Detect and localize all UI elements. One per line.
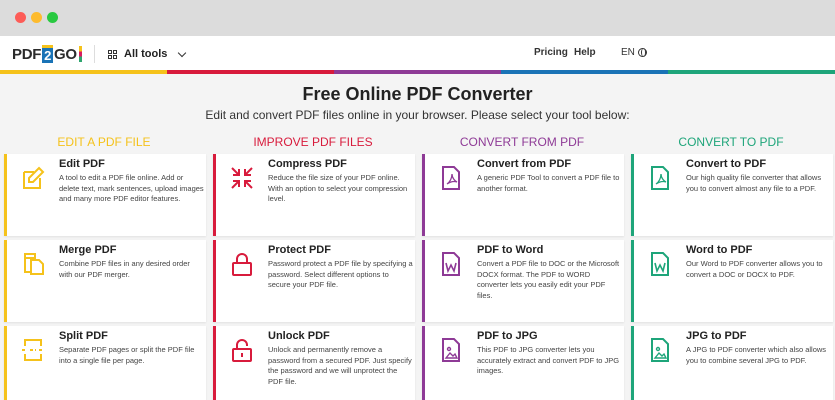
tool-title: Convert from PDF bbox=[477, 158, 572, 170]
color-bar-segment bbox=[501, 70, 668, 74]
logo-text-go: GO bbox=[54, 45, 77, 63]
tool-description: Convert a PDF file to DOC or the Microso… bbox=[477, 259, 620, 300]
tool-title: Protect PDF bbox=[268, 244, 331, 256]
tool-title: JPG to PDF bbox=[686, 330, 747, 342]
all-tools-dropdown[interactable]: All tools bbox=[108, 46, 187, 62]
tool-card-convert-from-pdf[interactable]: Convert from PDF A generic PDF Tool to c… bbox=[422, 154, 624, 236]
tool-card-pdf-to-jpg[interactable]: PDF to JPG This PDF to JPG converter let… bbox=[422, 326, 624, 400]
tool-card-split-pdf[interactable]: Split PDF Separate PDF pages or split th… bbox=[4, 326, 206, 400]
unlock-icon bbox=[232, 339, 252, 362]
color-bar-segment bbox=[334, 70, 501, 74]
tool-title: Compress PDF bbox=[268, 158, 347, 170]
tool-description: Separate PDF pages or split the PDF file… bbox=[59, 345, 195, 365]
grid-icon bbox=[108, 49, 117, 59]
tool-title: Edit PDF bbox=[59, 158, 105, 170]
tool-card-merge-pdf[interactable]: Merge PDF Combine PDF files in any desir… bbox=[4, 240, 206, 322]
image-file-icon bbox=[651, 338, 669, 362]
tool-description: Our high quality file converter that all… bbox=[686, 173, 822, 193]
tool-card-unlock-pdf[interactable]: Unlock PDF Unlock and permanently remove… bbox=[213, 326, 415, 400]
logo-text-pdf: PDF bbox=[12, 45, 42, 63]
tool-description: Unlock and permanently remove a password… bbox=[268, 345, 412, 386]
column-header-convert-from: CONVERT FROM PDF bbox=[459, 135, 585, 149]
tool-card-protect-pdf[interactable]: Protect PDF Password protect a PDF file … bbox=[213, 240, 415, 322]
page-subtitle: Edit and convert PDF files online in you… bbox=[205, 108, 630, 122]
edit-pencil-icon bbox=[23, 166, 45, 189]
compress-arrows-icon bbox=[231, 167, 253, 189]
logo-color-mark bbox=[78, 46, 82, 62]
merge-files-icon bbox=[24, 253, 44, 275]
column-header-edit: EDIT A PDF FILE bbox=[57, 135, 151, 149]
color-bar-segment bbox=[0, 70, 167, 74]
column-header-convert-to: CONVERT TO PDF bbox=[678, 135, 784, 149]
tool-card-word-to-pdf[interactable]: Word to PDF Our Word to PDF converter al… bbox=[631, 240, 833, 322]
word-file-icon bbox=[442, 252, 460, 276]
tool-card-jpg-to-pdf[interactable]: JPG to PDF A JPG to PDF converter which … bbox=[631, 326, 833, 400]
tool-title: Split PDF bbox=[59, 330, 108, 342]
nav-divider bbox=[94, 45, 95, 63]
color-bar-segment bbox=[167, 70, 334, 74]
browser-chrome bbox=[0, 0, 835, 36]
chevron-down-icon bbox=[178, 48, 187, 57]
tool-title: Unlock PDF bbox=[268, 330, 330, 342]
tool-description: Our Word to PDF converter allows you to … bbox=[686, 259, 823, 279]
minimize-window-button[interactable] bbox=[31, 12, 42, 23]
tool-description: This PDF to JPG converter lets you accur… bbox=[477, 345, 620, 375]
close-window-button[interactable] bbox=[15, 12, 26, 23]
pdf-file-icon bbox=[651, 166, 669, 190]
tool-description: Combine PDF files in any desired order w… bbox=[59, 259, 190, 279]
nav-pricing-link[interactable]: Pricing bbox=[534, 47, 568, 58]
tool-description: A JPG to PDF converter which also allows… bbox=[686, 345, 827, 365]
top-navbar: PDF 2 GO All tools Pricing Help EN bbox=[0, 36, 835, 72]
pdf2go-logo[interactable]: PDF 2 GO bbox=[12, 45, 82, 63]
logo-text-two: 2 bbox=[42, 45, 54, 63]
tool-title: PDF to JPG bbox=[477, 330, 538, 342]
maximize-window-button[interactable] bbox=[47, 12, 58, 23]
tool-card-pdf-to-word[interactable]: PDF to Word Convert a PDF file to DOC or… bbox=[422, 240, 624, 322]
language-label: EN bbox=[621, 47, 635, 58]
tool-description: A generic PDF Tool to convert a PDF file… bbox=[477, 173, 620, 193]
tool-title: PDF to Word bbox=[477, 244, 544, 256]
image-file-icon bbox=[442, 338, 460, 362]
nav-help-link[interactable]: Help bbox=[574, 47, 596, 58]
tool-description: Reduce the file size of your PDF online.… bbox=[268, 173, 408, 203]
split-page-icon bbox=[22, 339, 44, 361]
tool-title: Merge PDF bbox=[59, 244, 117, 256]
lock-icon bbox=[232, 253, 252, 276]
tool-card-convert-to-pdf[interactable]: Convert to PDF Our high quality file con… bbox=[631, 154, 833, 236]
pdf-file-icon bbox=[442, 166, 460, 190]
category-color-bar bbox=[0, 70, 835, 74]
column-header-improve: IMPROVE PDF FILES bbox=[253, 135, 373, 149]
tool-title: Convert to PDF bbox=[686, 158, 767, 170]
globe-icon bbox=[637, 48, 647, 57]
tool-description: Password protect a PDF file by specifyin… bbox=[268, 259, 413, 289]
tool-card-edit-pdf[interactable]: Edit PDF A tool to edit a PDF file onlin… bbox=[4, 154, 206, 236]
tool-description: A tool to edit a PDF file online. Add or… bbox=[59, 173, 204, 203]
language-selector[interactable]: EN bbox=[621, 47, 647, 58]
all-tools-label: All tools bbox=[124, 48, 168, 60]
color-bar-segment bbox=[668, 70, 835, 74]
tool-card-compress-pdf[interactable]: Compress PDF Reduce the file size of you… bbox=[213, 154, 415, 236]
page-title: Free Online PDF Converter bbox=[302, 84, 533, 104]
word-file-icon bbox=[651, 252, 669, 276]
tool-title: Word to PDF bbox=[686, 244, 753, 256]
